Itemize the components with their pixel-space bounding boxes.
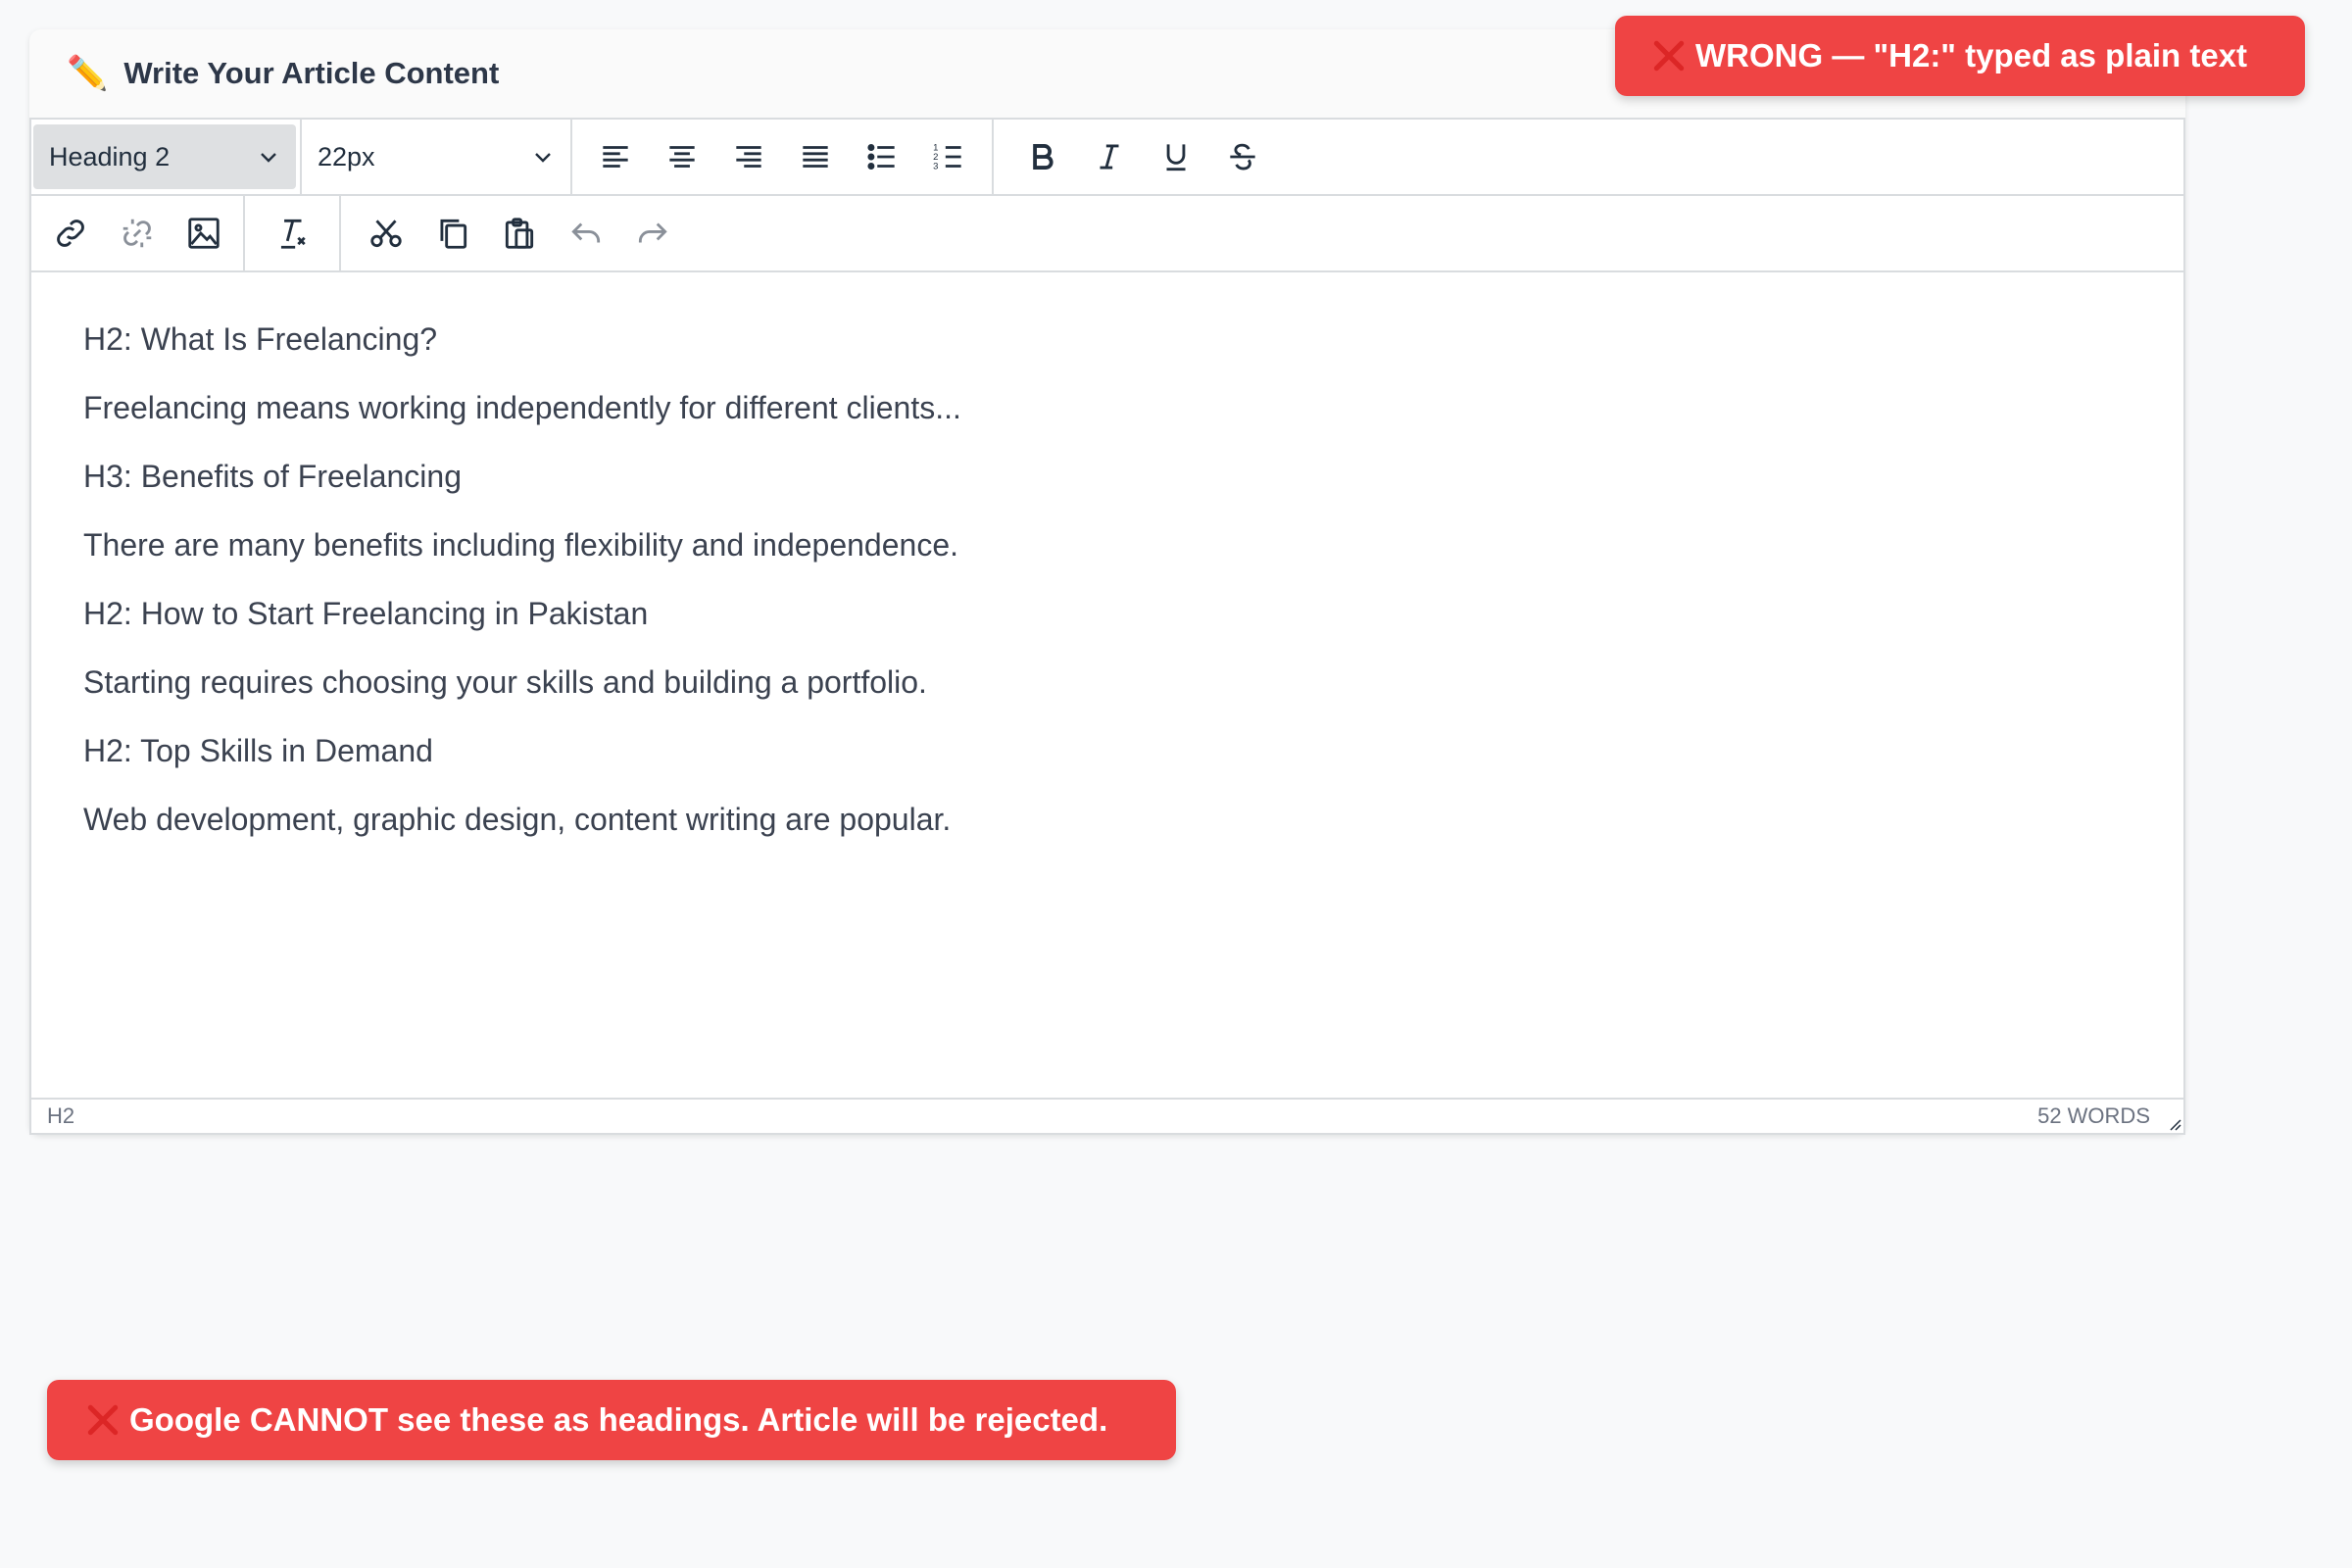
clear-formatting-button[interactable] xyxy=(265,206,319,261)
format-select-group: Heading 2 xyxy=(31,120,302,194)
block-format-value: Heading 2 xyxy=(49,141,171,172)
paste-icon xyxy=(505,218,534,249)
undo-button[interactable] xyxy=(559,206,613,261)
link-icon xyxy=(57,220,84,247)
cut-icon xyxy=(370,220,402,248)
font-size-value: 22px xyxy=(318,141,375,172)
clear-format-group xyxy=(245,196,341,270)
copy-button[interactable] xyxy=(425,206,480,261)
bullet-list-icon xyxy=(867,144,895,170)
content-paragraph: Freelancing means working independently … xyxy=(83,390,961,425)
bold-icon xyxy=(1033,144,1054,170)
undo-icon xyxy=(571,222,601,243)
svg-text:3: 3 xyxy=(933,162,938,172)
toolbar-row-2 xyxy=(31,196,2183,272)
link-button[interactable] xyxy=(43,206,98,261)
editor-content-area[interactable]: H2: What Is Freelancing? Freelancing mea… xyxy=(31,272,2183,1219)
cut-button[interactable] xyxy=(359,206,414,261)
insert-group xyxy=(31,196,245,270)
redo-icon xyxy=(638,222,667,243)
bullet-list-button[interactable] xyxy=(855,129,909,184)
redo-button[interactable] xyxy=(625,206,680,261)
image-button[interactable] xyxy=(176,206,231,261)
content-paragraph: There are many benefits including flexib… xyxy=(83,527,958,563)
resize-handle-icon[interactable] xyxy=(2166,1115,2181,1131)
wrong-badge-text: WRONG — "H2:" typed as plain text xyxy=(1695,37,2248,74)
underline-icon xyxy=(1166,144,1186,172)
copy-icon xyxy=(440,219,467,249)
align-center-button[interactable] xyxy=(655,129,710,184)
align-left-button[interactable] xyxy=(588,129,643,184)
align-right-icon xyxy=(736,146,761,168)
content-paragraph: H3: Benefits of Freelancing xyxy=(83,459,462,494)
chevron-down-icon xyxy=(261,153,276,163)
card-title: Write Your Article Content xyxy=(123,56,500,90)
align-right-button[interactable] xyxy=(721,129,776,184)
numbered-list-button[interactable]: 123 xyxy=(921,129,976,184)
rejection-badge-text: Google CANNOT see these as headings. Art… xyxy=(129,1401,1108,1438)
align-justify-button[interactable] xyxy=(788,129,843,184)
clipboard-group xyxy=(341,196,698,270)
font-size-group: 22px xyxy=(302,120,572,194)
text-style-group xyxy=(994,120,1292,194)
wrong-badge: WRONG — "H2:" typed as plain text xyxy=(1615,16,2305,96)
image-icon xyxy=(188,218,220,249)
unlink-button[interactable] xyxy=(110,206,165,261)
rejection-badge: Google CANNOT see these as headings. Art… xyxy=(47,1380,1176,1460)
content-paragraph: Starting requires choosing your skills a… xyxy=(83,664,927,700)
align-justify-icon xyxy=(803,146,828,168)
alignment-group: 123 xyxy=(572,120,994,194)
strikethrough-button[interactable] xyxy=(1215,129,1270,184)
element-path[interactable]: H2 xyxy=(47,1103,74,1129)
align-left-icon xyxy=(603,146,628,168)
x-mark-icon xyxy=(87,1404,119,1436)
font-size-select[interactable]: 22px xyxy=(302,124,570,189)
clear-formatting-icon xyxy=(280,219,306,249)
underline-button[interactable] xyxy=(1149,129,1203,184)
block-format-select[interactable]: Heading 2 xyxy=(33,124,296,189)
toolbar-row-1: Heading 2 22px 1 2 3 xyxy=(31,120,2183,196)
numbered-list-icon: 123 xyxy=(933,143,961,172)
paste-button[interactable] xyxy=(492,206,547,261)
pencil-icon: ✏️ xyxy=(67,55,109,92)
bold-button[interactable] xyxy=(1015,129,1070,184)
align-center-icon xyxy=(669,146,695,168)
status-bar: H2 52 WORDS xyxy=(31,1098,2183,1133)
x-mark-icon xyxy=(1653,40,1685,72)
content-paragraph: H2: What Is Freelancing? xyxy=(83,321,438,357)
italic-button[interactable] xyxy=(1082,129,1137,184)
unlink-icon xyxy=(122,219,152,248)
strikethrough-icon xyxy=(1230,143,1255,171)
content-paragraph: Web development, graphic design, content… xyxy=(83,802,952,837)
content-paragraph: H2: How to Start Freelancing in Pakistan xyxy=(83,596,649,631)
word-count[interactable]: 52 WORDS xyxy=(2037,1103,2150,1129)
italic-icon xyxy=(1100,144,1119,170)
content-paragraph: H2: Top Skills in Demand xyxy=(83,733,433,768)
rich-text-editor: Heading 2 22px 1 2 3 H2: What Is Freelan… xyxy=(29,118,2185,1135)
chevron-down-icon xyxy=(535,153,551,163)
